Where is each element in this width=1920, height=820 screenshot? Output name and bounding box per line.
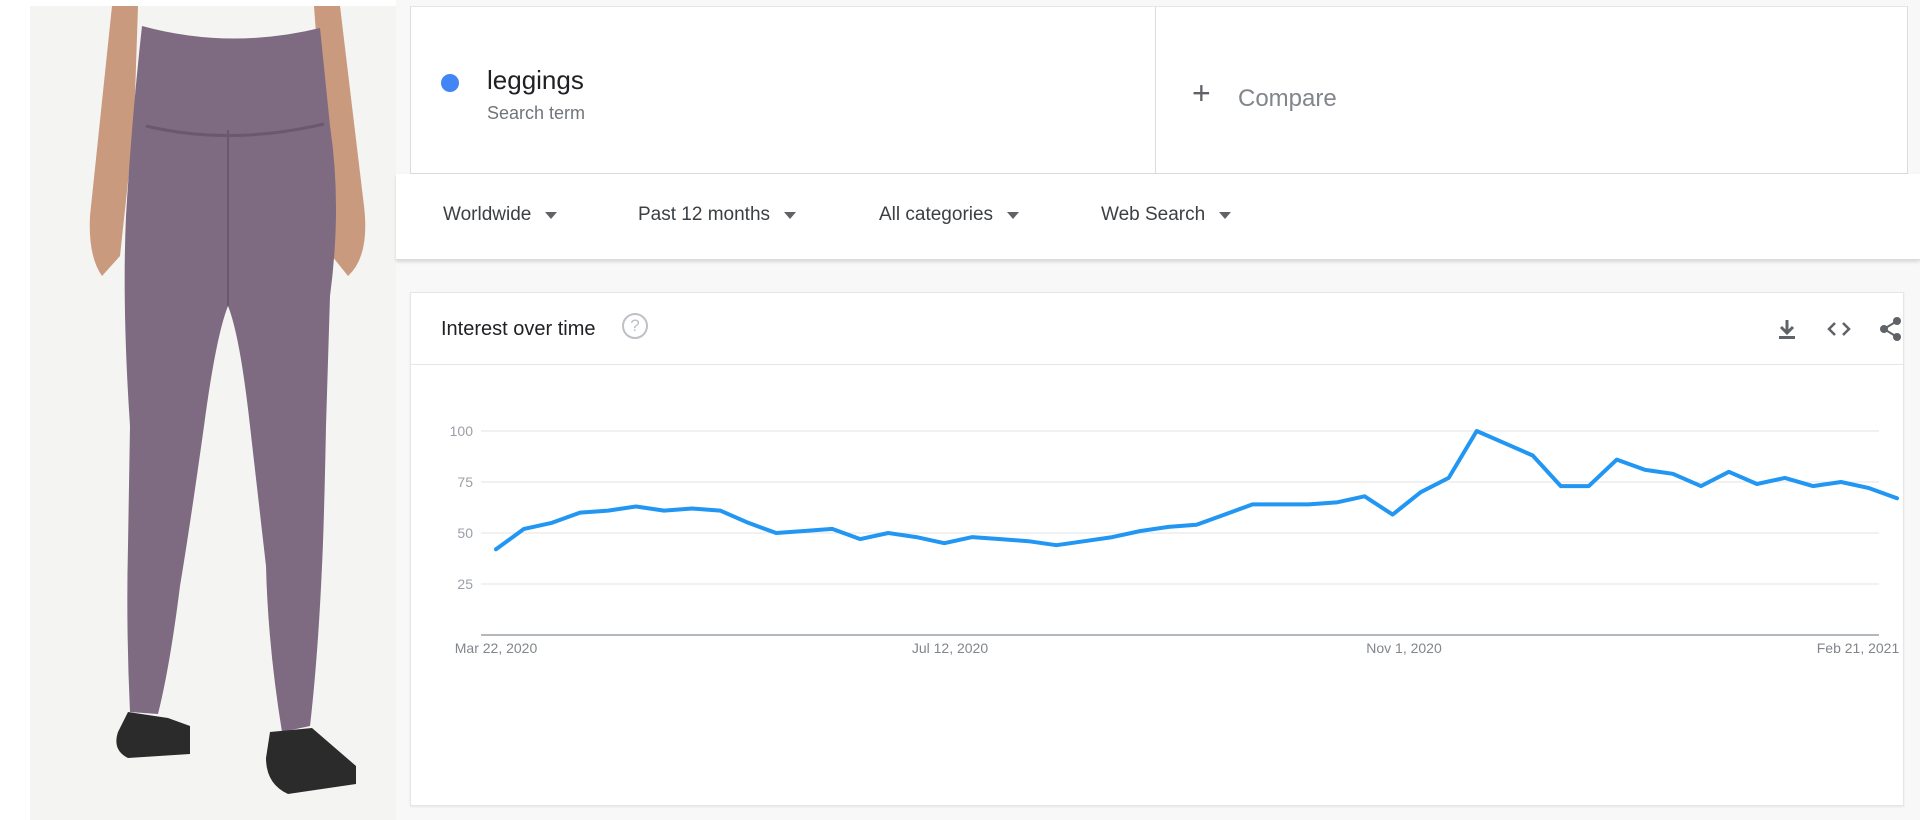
filter-bar: Worldwide Past 12 months All categories … — [396, 174, 1920, 260]
time-range-filter-label: Past 12 months — [638, 204, 771, 225]
y-tick-label: 50 — [457, 525, 473, 541]
share-icon[interactable] — [1875, 313, 1907, 345]
category-filter[interactable]: All categories — [879, 204, 1020, 226]
grid-lines — [481, 430, 1879, 636]
caret-down-icon — [1007, 211, 1020, 219]
download-icon[interactable] — [1771, 313, 1803, 345]
time-range-filter[interactable]: Past 12 months — [638, 204, 797, 226]
x-tick-labels: Mar 22, 2020 Jul 12, 2020 Nov 1, 2020 Feb 2… — [455, 640, 1900, 656]
y-tick-label: 75 — [457, 474, 473, 490]
y-tick-label: 25 — [457, 576, 473, 592]
search-type-filter-label: Web Search — [1101, 204, 1206, 225]
x-tick-label: Jul 12, 2020 — [912, 640, 988, 656]
chart-header: Interest over time ? — [411, 293, 1903, 365]
x-tick-label: Nov 1, 2020 — [1366, 640, 1442, 656]
interest-chart: 25 50 75 100 Mar 22, 2020 Jul 12, 2020 Nov 1,… — [450, 423, 1900, 656]
product-photo — [30, 6, 396, 820]
compare-button[interactable]: + Compare — [1156, 7, 1907, 173]
interest-over-time-card: Interest over time ? 25 50 75 100 Mar 22… — [410, 292, 1904, 806]
search-term-type: Search term — [487, 103, 586, 123]
embed-code-icon[interactable] — [1823, 313, 1855, 345]
search-terms-row: leggings Search term + Compare — [410, 6, 1908, 174]
search-term-card[interactable]: leggings Search term — [411, 7, 1156, 173]
trends-panel: leggings Search term + Compare Worldwide… — [396, 0, 1920, 820]
term-color-dot — [441, 74, 459, 92]
search-term-name: leggings — [487, 65, 584, 95]
leggings-illustration — [30, 6, 396, 820]
region-filter[interactable]: Worldwide — [443, 204, 558, 226]
caret-down-icon — [545, 211, 558, 219]
chart-title: Interest over time — [441, 318, 596, 340]
x-tick-label: Mar 22, 2020 — [455, 640, 538, 656]
search-type-filter[interactable]: Web Search — [1101, 204, 1232, 226]
caret-down-icon — [1219, 211, 1232, 219]
y-tick-labels: 25 50 75 100 — [450, 423, 474, 592]
compare-label: Compare — [1238, 85, 1337, 112]
series-line — [494, 429, 1899, 552]
screen: leggings Search term + Compare Worldwide… — [0, 0, 1920, 820]
region-filter-label: Worldwide — [443, 204, 532, 225]
category-filter-label: All categories — [879, 204, 994, 225]
help-icon[interactable]: ? — [622, 313, 648, 339]
x-tick-label: Feb 21, 2021 — [1817, 640, 1900, 656]
y-tick-label: 100 — [450, 423, 474, 439]
plus-icon: + — [1192, 75, 1211, 111]
caret-down-icon — [784, 211, 797, 219]
series-lines — [494, 429, 1899, 552]
